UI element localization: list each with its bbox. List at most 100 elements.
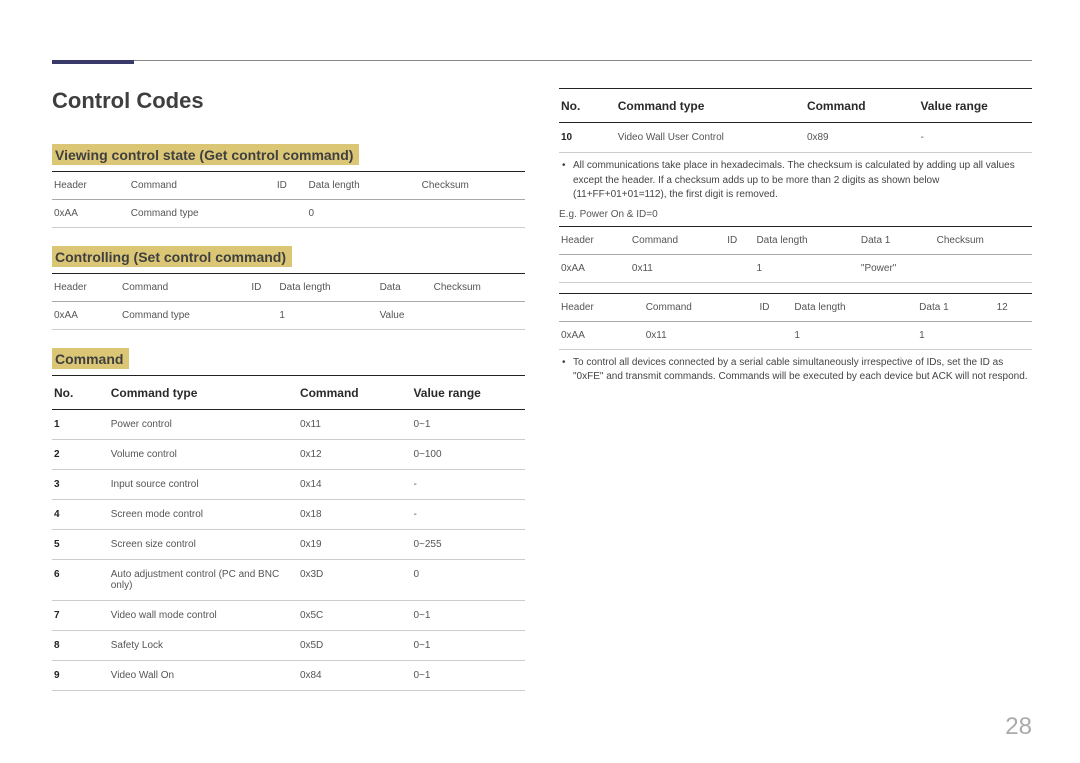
td [758, 321, 793, 349]
table-row: 4Screen mode control0x18- [52, 500, 525, 530]
td: Video Wall On [109, 661, 298, 691]
td: 8 [52, 631, 109, 661]
td [420, 200, 525, 228]
td: 0 [307, 200, 420, 228]
table-row: 8Safety Lock0x5D0~1 [52, 631, 525, 661]
td: 1 [917, 321, 994, 349]
th: Command type [616, 89, 805, 123]
td: 1 [792, 321, 917, 349]
th: Header [52, 172, 129, 200]
th: Header [559, 293, 644, 321]
td: 0x5D [298, 631, 412, 661]
table-row: 10Video Wall User Control0x89- [559, 123, 1032, 153]
td: Command type [129, 200, 275, 228]
page-title: Control Codes [52, 88, 525, 114]
th: Checksum [432, 274, 525, 302]
th: Data 1 [917, 293, 994, 321]
th: Command [298, 376, 412, 410]
td: 0x11 [644, 321, 758, 349]
note-1: All communications take place in hexadec… [559, 159, 1032, 203]
commands-left-body: 1Power control0x110~12Volume control0x12… [52, 410, 525, 691]
th: No. [52, 376, 109, 410]
table-row: 2Volume control0x120~100 [52, 440, 525, 470]
td: - [411, 500, 525, 530]
th: Data length [754, 226, 858, 254]
td: Video Wall User Control [616, 123, 805, 153]
note-list-1: All communications take place in hexadec… [559, 159, 1032, 203]
th: ID [249, 274, 277, 302]
td: 0x89 [805, 123, 919, 153]
td: 0xAA [559, 254, 630, 282]
th: Value range [918, 89, 1032, 123]
page-number: 28 [1005, 713, 1032, 741]
td: 10 [559, 123, 616, 153]
th: Command [630, 226, 725, 254]
table-viewing: Header Command ID Data length Checksum 0… [52, 171, 525, 228]
td: Screen mode control [109, 500, 298, 530]
td: - [918, 123, 1032, 153]
note-2: To control all devices connected by a se… [559, 356, 1032, 385]
td: 0x84 [298, 661, 412, 691]
td [725, 254, 754, 282]
th: No. [559, 89, 616, 123]
td: 0~1 [411, 661, 525, 691]
td: Input source control [109, 470, 298, 500]
th: Header [52, 274, 120, 302]
td [275, 200, 307, 228]
table-row: 3Input source control0x14- [52, 470, 525, 500]
page-content: Control Codes Viewing control state (Get… [52, 88, 1032, 723]
section-viewing-title: Viewing control state (Get control comma… [52, 144, 359, 165]
table-example-1: Header Command ID Data length Data 1 Che… [559, 226, 1032, 283]
table-row: 6Auto adjustment control (PC and BNC onl… [52, 560, 525, 601]
th: ID [758, 293, 793, 321]
th: Command type [109, 376, 298, 410]
th: Data length [277, 274, 377, 302]
th: Data [378, 274, 432, 302]
table-row: 5Screen size control0x190~255 [52, 530, 525, 560]
td: 0~100 [411, 440, 525, 470]
table-commands-right: No. Command type Command Value range 10V… [559, 88, 1032, 153]
table-row: 7Video wall mode control0x5C0~1 [52, 601, 525, 631]
td: - [411, 470, 525, 500]
td: 0x12 [298, 440, 412, 470]
td [249, 302, 277, 330]
td: 3 [52, 470, 109, 500]
td: 0x18 [298, 500, 412, 530]
table-row: 1Power control0x110~1 [52, 410, 525, 440]
example-label: E.g. Power On & ID=0 [559, 209, 1032, 220]
table-controlling: Header Command ID Data length Data Check… [52, 273, 525, 330]
td [432, 302, 525, 330]
th: ID [725, 226, 754, 254]
page-top-accent [52, 60, 134, 64]
td: 0x19 [298, 530, 412, 560]
td: Auto adjustment control (PC and BNC only… [109, 560, 298, 601]
td: Video wall mode control [109, 601, 298, 631]
td: Volume control [109, 440, 298, 470]
left-column: Control Codes Viewing control state (Get… [52, 88, 525, 723]
td: 0xAA [52, 200, 129, 228]
right-column: No. Command type Command Value range 10V… [559, 88, 1032, 723]
td: 0 [411, 560, 525, 601]
table-example-2: Header Command ID Data length Data 1 12 … [559, 293, 1032, 350]
td: 0~1 [411, 410, 525, 440]
section-controlling-title: Controlling (Set control command) [52, 246, 292, 267]
commands-right-body: 10Video Wall User Control0x89- [559, 123, 1032, 153]
th: Checksum [935, 226, 1032, 254]
td: Command type [120, 302, 249, 330]
td: 4 [52, 500, 109, 530]
td: Value [378, 302, 432, 330]
td: 2 [52, 440, 109, 470]
td: 1 [52, 410, 109, 440]
page-top-rule [52, 60, 1032, 61]
td: 0x14 [298, 470, 412, 500]
td [995, 321, 1032, 349]
td: 0xAA [52, 302, 120, 330]
td: 6 [52, 560, 109, 601]
td: "Power" [859, 254, 935, 282]
td: 1 [754, 254, 858, 282]
th: Data 1 [859, 226, 935, 254]
th: 12 [995, 293, 1032, 321]
td: 0xAA [559, 321, 644, 349]
td: 0~1 [411, 601, 525, 631]
th: ID [275, 172, 307, 200]
